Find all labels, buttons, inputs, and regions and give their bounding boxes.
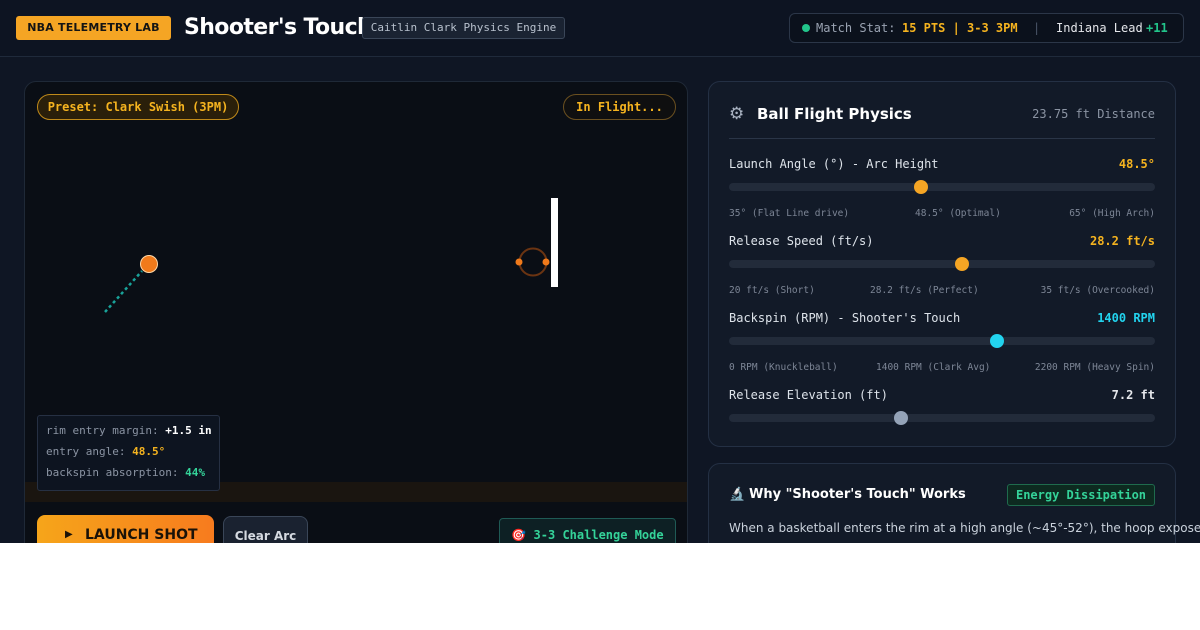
slider-value: 1400 RPM — [1097, 311, 1155, 325]
slider-tick-max: 2200 RPM (Heavy Spin) — [1034, 362, 1155, 373]
gear-icon: ⚙ — [729, 104, 745, 124]
basketball — [140, 255, 158, 273]
match-stat-pill: Match Stat: 15 PTS | 3-3 3PM | Indiana L… — [789, 13, 1184, 43]
engine-tag: Caitlin Clark Physics Engine — [362, 17, 565, 39]
panel-divider — [729, 138, 1155, 139]
slider-tick-mid: 28.2 ft/s (Perfect) — [870, 285, 979, 296]
why-title: Why "Shooter's Touch" Works — [749, 487, 966, 502]
energy-badge: Energy Dissipation — [1007, 484, 1155, 506]
challenge-mode-button[interactable]: 🎯 3-3 Challenge Mode — [499, 518, 676, 543]
physics-panel: ⚙ Ball Flight Physics 23.75 ft Distance … — [708, 81, 1176, 447]
slider-tick-max: 35 ft/s (Overcooked) — [1040, 285, 1155, 296]
play-icon: ▶ — [65, 529, 73, 540]
slider-thumb[interactable] — [954, 257, 969, 271]
launch-shot-label: LAUNCH SHOT — [85, 527, 198, 543]
match-stat-label: Match Stat: — [816, 21, 896, 35]
slider-value: 48.5° — [1118, 157, 1155, 171]
preset-badge: Preset: Clark Swish (3PM) — [37, 94, 239, 120]
slider-value: 7.2 ft — [1111, 388, 1155, 402]
slider-thumb[interactable] — [913, 180, 928, 194]
rim-back-point — [542, 258, 550, 266]
lead-label: Indiana Lead — [1056, 21, 1143, 35]
slider-label: Backspin (RPM) - Shooter's Touch — [729, 311, 961, 325]
flight-status-badge: In Flight... — [563, 94, 676, 120]
clear-arc-button[interactable]: Clear Arc — [223, 516, 308, 543]
slider-label: Launch Angle (°) - Arc Height — [729, 157, 939, 171]
shot-stats-box: rim entry margin: +1.5 in entry angle: 4… — [37, 415, 220, 491]
backboard — [551, 198, 558, 287]
physics-title: Ball Flight Physics — [757, 105, 912, 123]
rim-front-point — [515, 258, 523, 266]
slider-value: 28.2 ft/s — [1089, 234, 1155, 248]
top-header: NBA TELEMETRY LAB Shooter's Touch Caitli… — [0, 0, 1200, 57]
hoop-rim — [518, 247, 548, 277]
slider-track[interactable] — [729, 414, 1155, 422]
slider-tick-mid: 1400 RPM (Clark Avg) — [876, 362, 991, 373]
slider-thumb[interactable] — [990, 334, 1005, 348]
microscope-icon: 🔬 — [729, 487, 746, 502]
slider-tick-min: 35° (Flat Line drive) — [729, 208, 850, 219]
why-description: When a basketball enters the rim at a hi… — [729, 521, 1200, 535]
slider-tick-mid: 48.5° (Optimal) — [915, 208, 1001, 219]
entry-angle-label: entry angle: — [46, 445, 126, 458]
match-stat-separator: | — [1033, 21, 1041, 35]
slider-thumb[interactable] — [893, 411, 908, 425]
slider-track[interactable] — [729, 183, 1155, 191]
launch-shot-button[interactable]: ▶ LAUNCH SHOT — [37, 515, 214, 543]
entry-angle-row: entry angle: 48.5° — [46, 444, 165, 460]
why-touch-panel: 🔬 Why "Shooter's Touch" Works Energy Dis… — [708, 463, 1200, 543]
rim-margin-row: rim entry margin: +1.5 in — [46, 423, 212, 439]
backspin-value: 44% — [185, 466, 205, 479]
brand-badge: NBA TELEMETRY LAB — [16, 16, 171, 40]
slider-track[interactable] — [729, 260, 1155, 268]
entry-angle-value: 48.5° — [132, 445, 166, 458]
match-stat-value: 15 PTS | 3-3 3PM — [902, 21, 1018, 35]
shot-canvas-panel: Preset: Clark Swish (3PM) In Flight... r… — [24, 81, 688, 543]
slider-tick-min: 0 RPM (Knuckleball) — [729, 362, 838, 373]
backspin-row: backspin absorption: 44% — [46, 465, 205, 481]
trajectory-trail — [104, 270, 143, 313]
slider-track[interactable] — [729, 337, 1155, 345]
rim-margin-value: +1.5 in — [165, 424, 212, 437]
app-title: Shooter's Touch — [184, 15, 373, 40]
rim-margin-label: rim entry margin: — [46, 424, 159, 437]
slider-tick-max: 65° (High Arch) — [1069, 208, 1155, 219]
slider-tick-min: 20 ft/s (Short) — [729, 285, 815, 296]
app-root: NBA TELEMETRY LAB Shooter's Touch Caitli… — [0, 0, 1200, 543]
slider-label: Release Speed (ft/s) — [729, 234, 874, 248]
shot-distance: 23.75 ft Distance — [1032, 107, 1155, 121]
live-dot-icon — [802, 24, 810, 32]
slider-label: Release Elevation (ft) — [729, 388, 888, 402]
backspin-label: backspin absorption: — [46, 466, 179, 479]
lead-value: +11 — [1146, 21, 1168, 35]
